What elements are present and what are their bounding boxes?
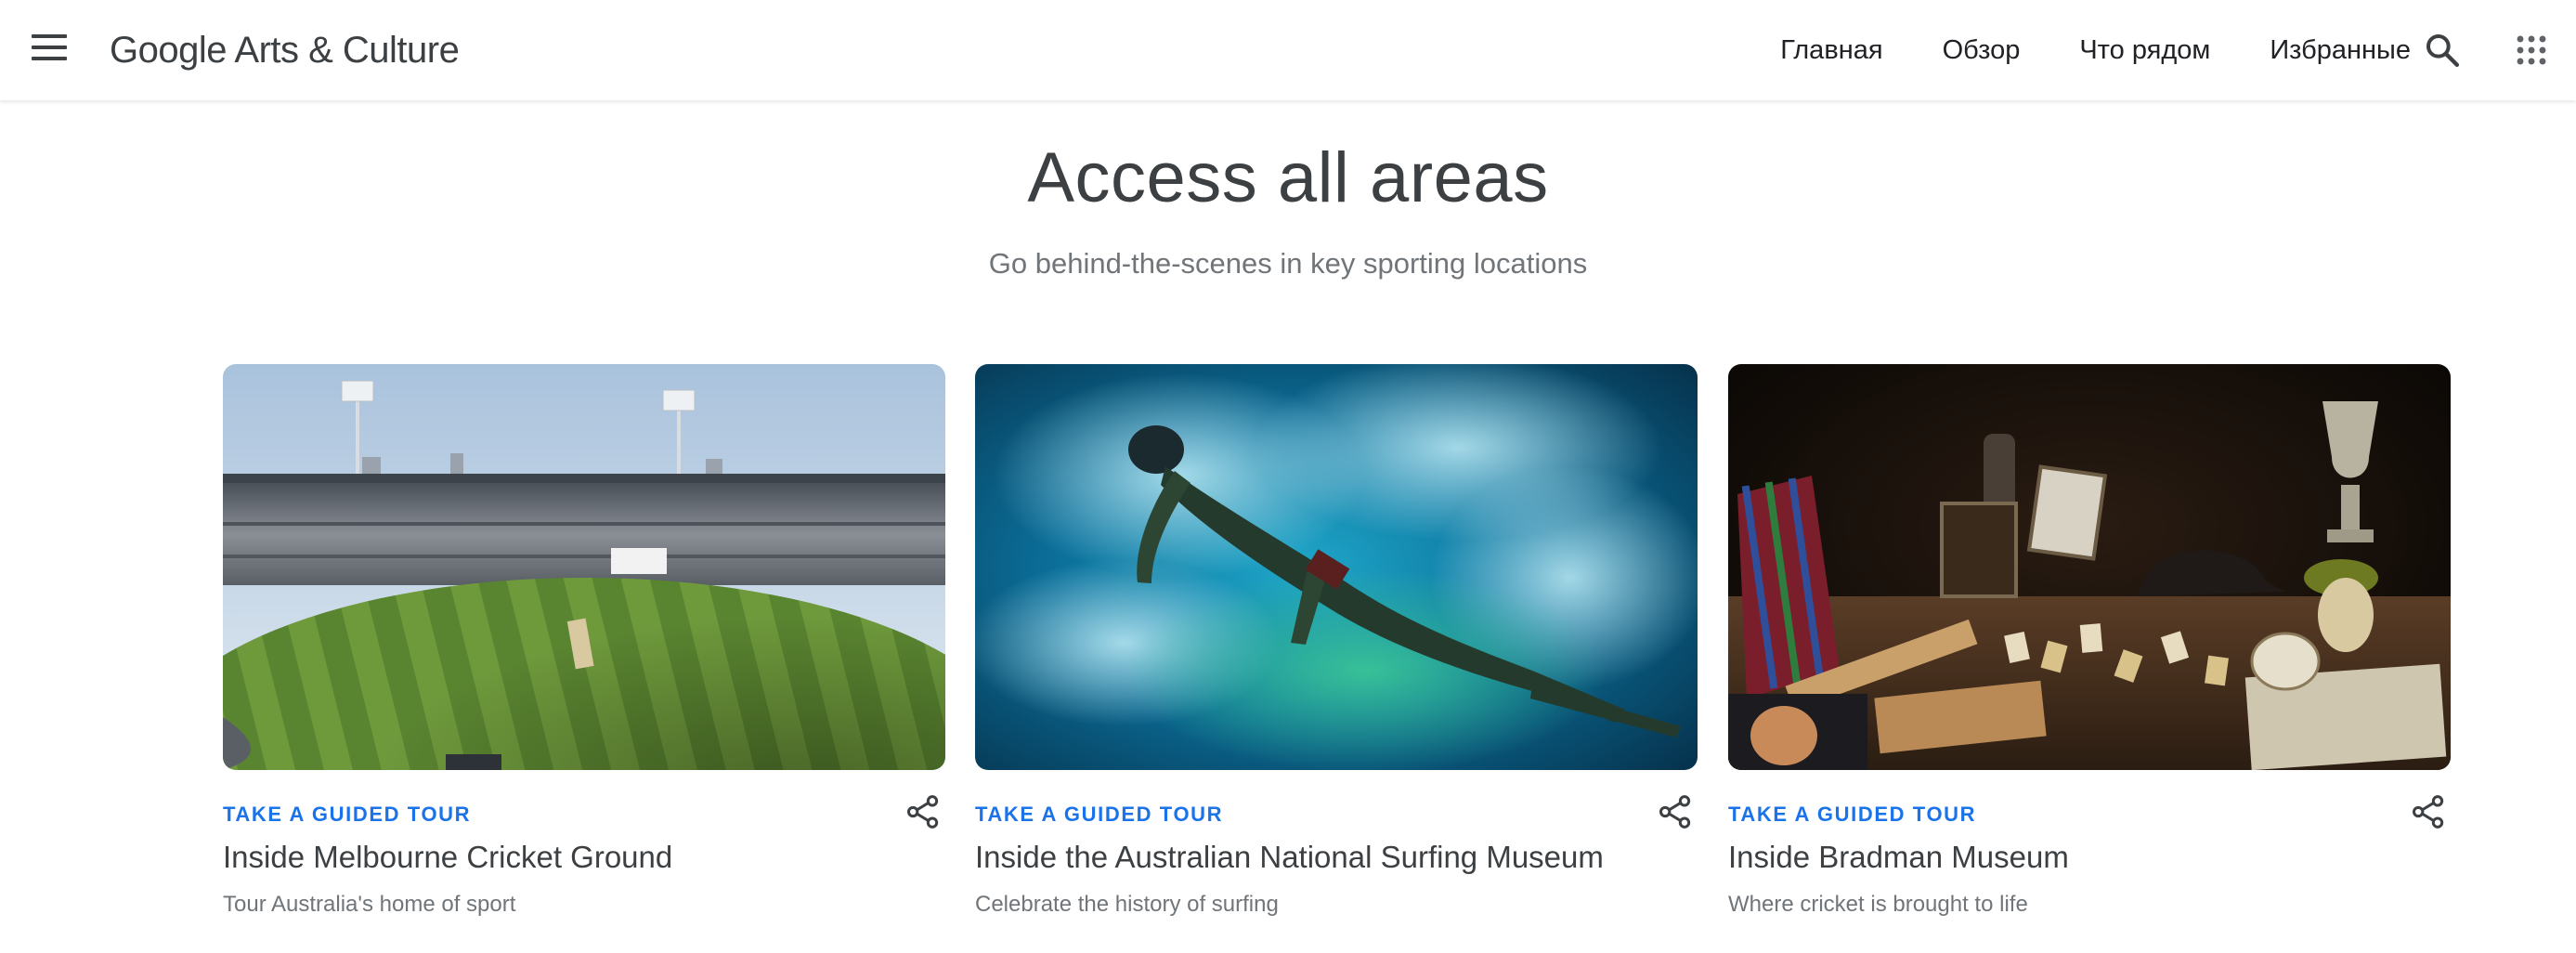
card-description: Where cricket is brought to life xyxy=(1728,892,2028,917)
nav-item-home[interactable]: Главная xyxy=(1780,35,1882,66)
section-subtitle: Go behind-the-scenes in key sporting loc… xyxy=(988,247,1588,280)
cricket-memorabilia-photo[interactable] xyxy=(1728,364,2451,770)
stadium-photo[interactable] xyxy=(223,364,945,770)
card-description: Celebrate the history of surfing xyxy=(975,892,1279,917)
underwater-surfer-photo[interactable] xyxy=(975,364,1698,770)
top-app-bar: Google Arts & Culture Главная Обзор Что … xyxy=(0,0,2576,100)
google-arts-culture-logo[interactable]: Google Arts & Culture xyxy=(110,26,460,74)
card-category: TAKE A GUIDED TOUR xyxy=(975,803,1224,826)
nav-item-nearby[interactable]: Что рядом xyxy=(2079,35,2210,66)
card-title[interactable]: Inside Bradman Museum xyxy=(1728,840,2069,875)
share-icon[interactable] xyxy=(2406,790,2451,834)
main-nav: Главная Обзор Что рядом Избранные xyxy=(1780,0,2411,100)
tour-card-surfing-museum: TAKE A GUIDED TOUR Inside the Australian… xyxy=(975,364,1698,953)
share-icon[interactable] xyxy=(901,790,945,834)
search-icon[interactable] xyxy=(2418,26,2466,74)
card-category: TAKE A GUIDED TOUR xyxy=(223,803,472,826)
nav-item-explore[interactable]: Обзор xyxy=(1943,35,2021,66)
tour-card-melbourne: TAKE A GUIDED TOUR Inside Melbourne Cric… xyxy=(223,364,945,953)
tour-card-bradman-museum: TAKE A GUIDED TOUR Inside Bradman Museum… xyxy=(1728,364,2451,953)
card-title[interactable]: Inside the Australian National Surfing M… xyxy=(975,840,1604,875)
card-category: TAKE A GUIDED TOUR xyxy=(1728,803,1977,826)
menu-icon[interactable] xyxy=(32,28,71,67)
nav-item-favorites[interactable]: Избранные xyxy=(2270,35,2411,66)
card-description: Tour Australia's home of sport xyxy=(223,892,516,917)
section-title: Access all areas xyxy=(1027,138,1549,217)
share-icon[interactable] xyxy=(1653,790,1698,834)
apps-grid-icon[interactable] xyxy=(2507,26,2556,74)
card-title[interactable]: Inside Melbourne Cricket Ground xyxy=(223,840,672,875)
